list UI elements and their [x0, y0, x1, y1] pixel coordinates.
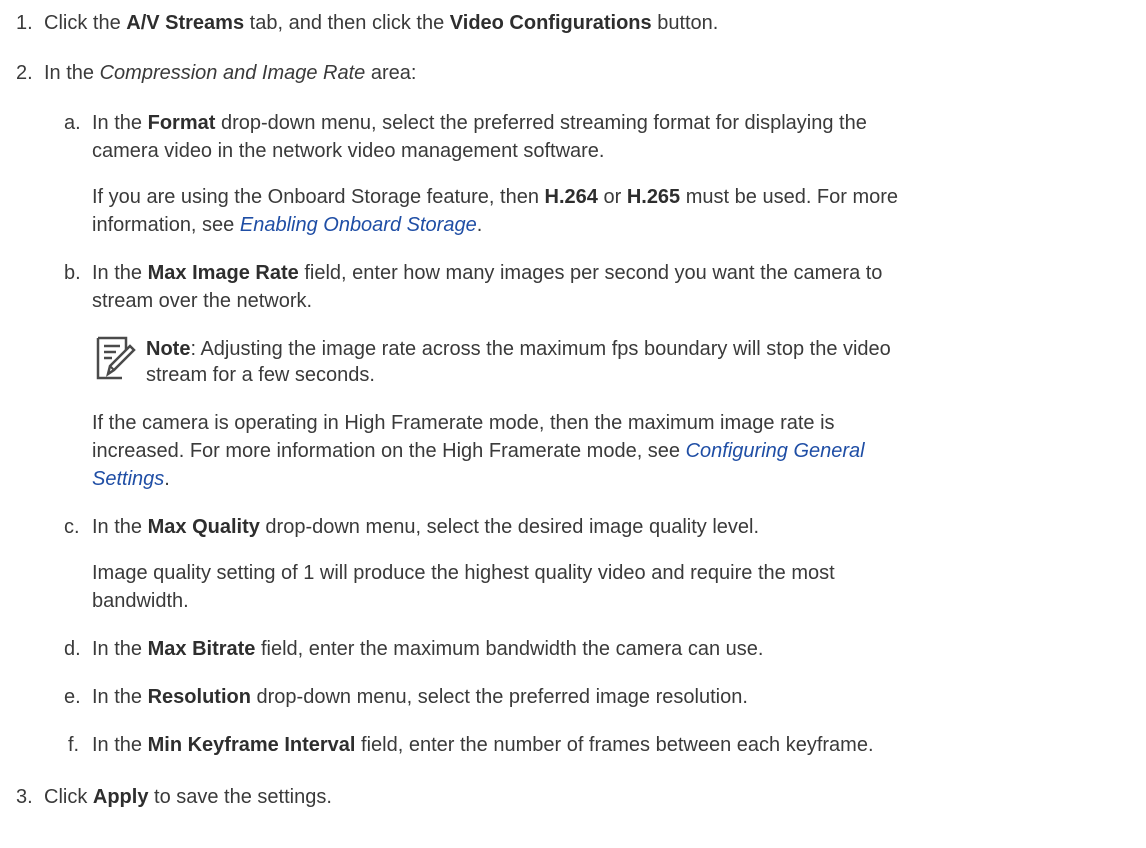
step-number: 3. — [16, 786, 33, 808]
substep-f: f. In the Min Keyframe Interval field, en… — [64, 732, 874, 758]
step-number: 1. — [16, 12, 33, 34]
note-edit-icon — [96, 336, 136, 380]
substep-b: b. In the Max Image Rate field, enter how… — [64, 262, 883, 284]
button-name: Apply — [92, 786, 149, 808]
substep-a-para: If you are using the Onboard Storage fea… — [92, 186, 899, 208]
substep-letter: f. — [68, 734, 80, 756]
step-2: 2. In the Compression and Image Rate area… — [16, 62, 417, 84]
substep-a-para-line2: information, see Enabling Onboard Storag… — [92, 214, 483, 236]
substep-letter: d. — [64, 638, 81, 660]
substep-letter: c. — [64, 516, 80, 538]
substep-letter: e. — [64, 686, 81, 708]
button-name: Video Configurations — [449, 12, 652, 34]
note-line1: Note: Adjusting the image rate across th… — [146, 338, 891, 360]
substep-letter: b. — [64, 262, 81, 284]
substep-b-para-line1: If the camera is operating in High Frame… — [92, 412, 835, 434]
substep-e: e. In the Resolution drop-down menu, sele… — [64, 686, 748, 708]
substep-a-line2: camera video in the network video manage… — [92, 140, 605, 162]
substep-b-line2: stream over the network. — [92, 290, 313, 312]
step-3: 3. Click Apply to save the settings. — [16, 786, 332, 808]
link-configuring-general-settings[interactable]: Configuring General — [686, 440, 865, 462]
tab-name: A/V Streams — [126, 12, 245, 34]
substep-b-para-line3: Settings. — [92, 468, 170, 490]
link-enabling-onboard-storage[interactable]: Enabling Onboard Storage — [240, 214, 477, 236]
area-name: Compression and Image Rate — [99, 62, 366, 84]
note-line2: stream for a few seconds. — [146, 364, 375, 386]
step-1: 1. Click the A/V Streams tab, and then cl… — [16, 12, 719, 34]
note-label: Note — [146, 338, 191, 360]
procedure-page: 1. Click the A/V Streams tab, and then cl… — [0, 0, 1146, 848]
substep-b-para-line2: increased. For more information on the H… — [92, 440, 865, 462]
substep-c-para-line1: Image quality setting of 1 will produce … — [92, 562, 835, 584]
substep-d: d. In the Max Bitrate field, enter the ma… — [64, 638, 764, 660]
substep-a: a. In the Format drop-down menu, select t… — [64, 112, 867, 134]
link-configuring-general-settings-cont[interactable]: Settings — [92, 468, 164, 490]
substep-c: c. In the Max Quality drop-down menu, sel… — [64, 516, 760, 538]
substep-letter: a. — [64, 112, 81, 134]
step-number: 2. — [16, 62, 33, 84]
substep-c-para-line2: bandwidth. — [92, 590, 189, 612]
